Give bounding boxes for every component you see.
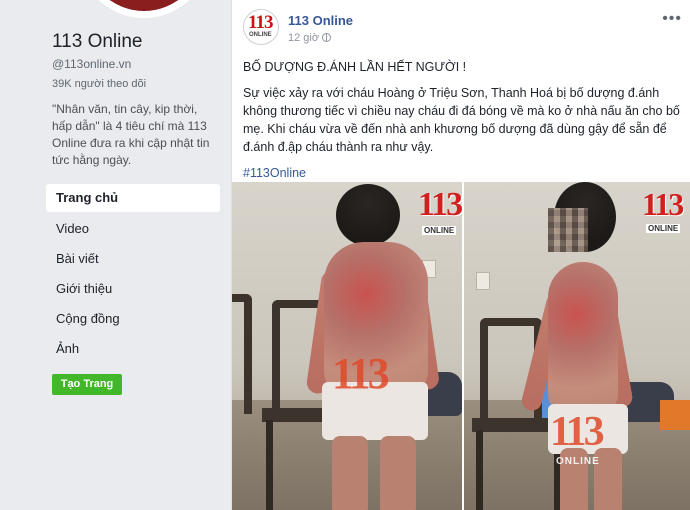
page-name[interactable]: 113 Online <box>52 31 143 53</box>
followers-count: 39K người theo dõi <box>52 78 147 90</box>
photo-1-watermark-number: 113 <box>332 349 390 398</box>
post-photo-1[interactable]: 113 113 ONLINE <box>232 182 462 510</box>
post-text: BỐ DƯỢNG Đ.ÁNH LẦN HẾT NGƯỜI ! Sự việc x… <box>243 58 683 190</box>
post-body: Sự việc xảy ra với cháu Hoàng ở Triệu Sơ… <box>243 86 680 154</box>
post-headline: BỐ DƯỢNG Đ.ÁNH LẦN HẾT NGƯỜI ! <box>243 60 467 74</box>
photo-2-corner-watermark-text: ONLINE <box>646 224 681 233</box>
photo-2-watermark-text: ONLINE <box>556 456 600 467</box>
nav-item-posts[interactable]: Bài viết <box>46 244 220 274</box>
avatar-logo-text: ONLINE <box>249 32 272 38</box>
nav-item-home[interactable]: Trang chủ <box>46 184 220 212</box>
post-photo-2[interactable]: 113 ONLINE 113 ONLINE <box>464 182 690 510</box>
more-options-icon[interactable]: ••• <box>662 10 682 28</box>
post-hashtag[interactable]: #113Online <box>243 164 683 182</box>
photo-1-corner-watermark-number: 113 <box>418 186 462 223</box>
page-about: "Nhân văn, tin cây, kip thời, hấp dẫn" l… <box>52 102 210 167</box>
page-nav: Trang chủ Video Bài viết Giới thiệu Cộng… <box>46 184 220 364</box>
post-timestamp[interactable]: 12 giờ <box>288 32 332 44</box>
nav-item-about[interactable]: Giới thiệu <box>46 274 220 304</box>
page-profile-picture[interactable] <box>78 0 210 18</box>
post-photos: 113 113 ONLINE 113 ONLINE 113 ONLINE <box>232 182 690 510</box>
photo-1-corner-watermark-text: ONLINE <box>422 226 457 235</box>
avatar-logo-number: 113 <box>248 12 273 33</box>
post-card: 113 ONLINE 113 Online 12 giờ ••• BỐ DƯỢN… <box>231 0 690 510</box>
nav-item-photos[interactable]: Ảnh <box>46 334 220 364</box>
nav-item-community[interactable]: Cộng đồng <box>46 304 220 334</box>
nav-item-video[interactable]: Video <box>46 214 220 244</box>
post-author-avatar[interactable]: 113 ONLINE <box>243 9 279 45</box>
photo-2-watermark-number: 113 <box>550 409 605 455</box>
post-author-name[interactable]: 113 Online <box>288 13 353 28</box>
create-page-button[interactable]: Tạo Trang <box>52 374 122 395</box>
post-time-text: 12 giờ <box>288 32 320 44</box>
page-handle[interactable]: @113online.vn <box>52 57 131 71</box>
globe-icon <box>322 33 332 42</box>
page-sidebar: 113 Online @113online.vn 39K người theo … <box>0 0 228 510</box>
photo-2-corner-watermark-number: 113 <box>642 186 684 222</box>
